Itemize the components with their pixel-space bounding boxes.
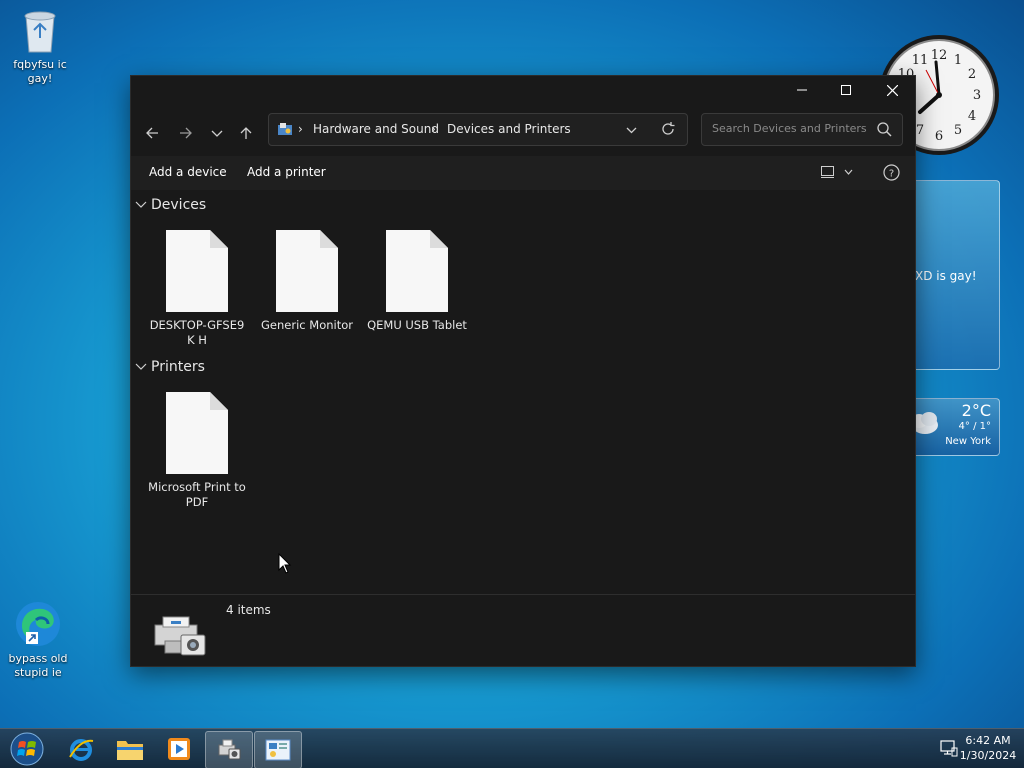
recycle-bin-icon xyxy=(20,6,60,54)
clock-date: 1/30/2024 xyxy=(959,749,1017,762)
media-player-icon xyxy=(168,738,190,760)
command-bar: Add a device Add a printer ? xyxy=(131,156,915,190)
group-header-devices[interactable]: Devices xyxy=(135,197,206,213)
slideshow-gadget[interactable]: XD is gay! xyxy=(906,180,1000,370)
taskbar-devices-printers[interactable] xyxy=(205,731,253,768)
start-button[interactable] xyxy=(4,731,50,767)
search-input[interactable] xyxy=(710,121,874,136)
arrow-up-icon xyxy=(240,127,252,139)
folder-icon xyxy=(117,741,143,760)
minimize-button[interactable] xyxy=(779,76,825,104)
taskbar-internet-explorer[interactable] xyxy=(58,731,104,767)
taskbar-file-explorer[interactable] xyxy=(107,731,153,767)
up-button[interactable] xyxy=(233,120,259,146)
clock-num-7: 7 xyxy=(916,123,924,138)
explorer-window[interactable]: › Hardware and Sound › Devices and Print… xyxy=(130,75,916,667)
file-icon xyxy=(166,230,228,312)
svg-text:?: ? xyxy=(889,169,894,180)
system-clock[interactable]: 6:42 AM 1/30/2024 xyxy=(958,733,1018,763)
windows-logo-icon xyxy=(10,732,44,766)
control-panel-icon xyxy=(278,123,292,135)
device-label: Generic Monitor xyxy=(261,318,353,332)
control-panel-icon xyxy=(265,739,291,761)
desktop-icon-edge[interactable]: bypass old stupid ie xyxy=(0,600,76,680)
weather-gadget[interactable]: 2°C 4° / 1° New York xyxy=(906,398,1000,456)
breadcrumb-devices-and-printers[interactable]: Devices and Printers xyxy=(447,122,571,136)
search-box[interactable] xyxy=(701,113,903,146)
back-button[interactable] xyxy=(139,120,165,146)
breadcrumb-separator: › xyxy=(298,122,303,136)
help-icon[interactable]: ? xyxy=(883,164,900,181)
maximize-button[interactable] xyxy=(823,76,869,104)
file-icon xyxy=(166,392,228,474)
taskbar: 6:42 AM 1/30/2024 xyxy=(0,728,1024,768)
clock-num-6: 6 xyxy=(935,129,943,144)
clock-time: 6:42 AM xyxy=(965,734,1011,747)
network-icon[interactable] xyxy=(940,739,958,757)
device-item-desktop[interactable]: DESKTOP-GFSE9K H xyxy=(147,230,247,348)
file-icon xyxy=(386,230,448,312)
group-label-devices: Devices xyxy=(151,197,207,213)
clock-num-3: 3 xyxy=(973,88,981,103)
forward-button[interactable] xyxy=(173,120,199,146)
add-printer-button[interactable]: Add a printer xyxy=(247,165,326,179)
device-label: DESKTOP-GFSE9K H xyxy=(149,318,245,347)
weather-range: 4° / 1° xyxy=(958,421,991,432)
clock-num-11: 11 xyxy=(912,53,929,68)
breadcrumb-hardware-and-sound[interactable]: Hardware and Sound xyxy=(313,122,439,136)
maximize-icon xyxy=(841,85,851,95)
address-dropdown-icon[interactable] xyxy=(626,125,637,135)
group-header-printers[interactable]: Printers xyxy=(135,359,205,375)
clock-num-1: 1 xyxy=(954,53,962,68)
chevron-down-icon xyxy=(135,363,147,370)
breadcrumb-separator: › xyxy=(431,122,436,136)
gadget-message: XD is gay! xyxy=(915,269,977,283)
group-label-printers: Printers xyxy=(151,359,205,375)
device-label: QEMU USB Tablet xyxy=(367,318,467,332)
search-icon[interactable] xyxy=(877,122,892,137)
desktop-icon-recycle-bin[interactable]: fqbyfsu ic gay! xyxy=(2,6,78,86)
address-bar[interactable]: › Hardware and Sound › Devices and Print… xyxy=(268,113,688,146)
file-icon xyxy=(276,230,338,312)
clock-num-12: 12 xyxy=(931,48,948,63)
printer-item-microsoft-print-to-pdf[interactable]: Microsoft Print to PDF xyxy=(147,392,247,510)
item-count: 4 items xyxy=(226,603,271,617)
printer-label: Microsoft Print to PDF xyxy=(148,480,246,509)
details-pane: 4 items xyxy=(131,594,915,667)
close-icon xyxy=(886,84,898,96)
edge-shortcut-label: bypass old stupid ie xyxy=(8,652,68,679)
weather-city: New York xyxy=(945,436,991,447)
chevron-down-icon[interactable] xyxy=(844,169,853,176)
clock-num-4: 4 xyxy=(968,109,976,124)
arrow-left-icon xyxy=(146,127,158,139)
navigation-bar: › Hardware and Sound › Devices and Print… xyxy=(131,112,915,154)
devices-printers-icon xyxy=(218,739,241,760)
device-item-generic-monitor[interactable]: Generic Monitor xyxy=(257,230,357,333)
internet-explorer-icon xyxy=(69,739,94,761)
device-item-qemu-usb-tablet[interactable]: QEMU USB Tablet xyxy=(367,230,467,333)
view-options-icon[interactable] xyxy=(821,166,835,178)
add-device-button[interactable]: Add a device xyxy=(149,165,227,179)
recent-locations-button[interactable] xyxy=(204,120,230,146)
arrow-right-icon xyxy=(180,127,192,139)
mouse-pointer-icon xyxy=(278,553,292,574)
clock-num-2: 2 xyxy=(968,67,976,82)
chevron-down-icon xyxy=(211,130,223,137)
refresh-icon[interactable] xyxy=(661,122,675,136)
close-button[interactable] xyxy=(869,76,915,104)
devices-and-printers-icon xyxy=(154,616,206,656)
chevron-down-icon xyxy=(135,201,147,208)
minimize-icon xyxy=(797,89,807,91)
recycle-bin-label: fqbyfsu ic gay! xyxy=(13,58,67,85)
taskbar-control-panel[interactable] xyxy=(254,731,302,768)
clock-num-5: 5 xyxy=(954,123,962,138)
weather-temperature: 2°C xyxy=(961,401,991,420)
taskbar-media-player[interactable] xyxy=(156,731,202,767)
edge-icon xyxy=(14,600,62,648)
